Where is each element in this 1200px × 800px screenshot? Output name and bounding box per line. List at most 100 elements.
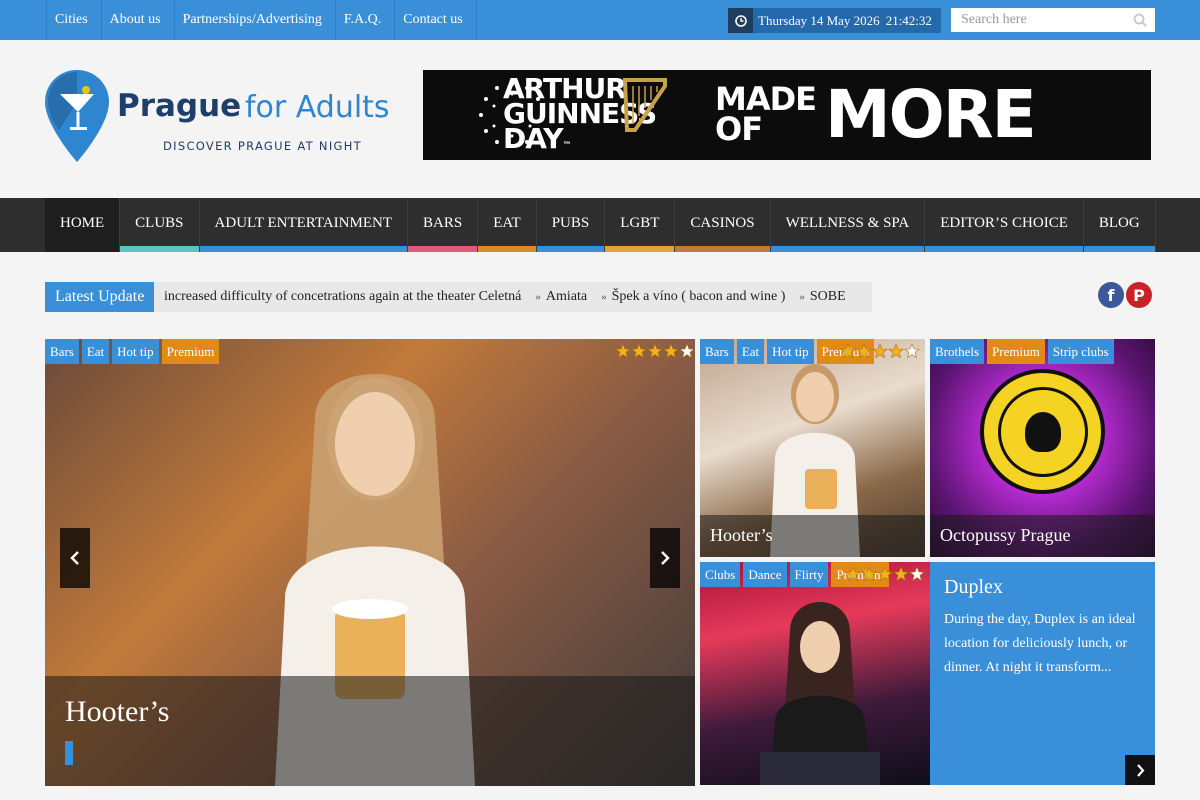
mainnav-wellness-spa[interactable]: WELLNESS & SPA — [770, 198, 926, 252]
tag-bars[interactable]: Bars — [700, 339, 734, 364]
ticker-item[interactable]: increased difficulty of concetrations ag… — [164, 289, 521, 304]
mainnav-eat[interactable]: EAT — [478, 198, 537, 252]
nav-color-bar — [45, 246, 120, 252]
next-slide-button[interactable] — [650, 528, 680, 588]
mainnav-editors-choice[interactable]: EDITOR’S CHOICE — [925, 198, 1084, 252]
star-icon — [904, 343, 920, 359]
banner-more: MORE — [825, 76, 1037, 153]
chevron-right-icon — [1136, 763, 1144, 777]
ticker-item[interactable]: Amiata — [546, 289, 587, 304]
mainnav-casinos[interactable]: CASINOS — [675, 198, 771, 252]
featured-card-hooters[interactable]: Bars Eat Hot tip Premium Hooter’s — [700, 339, 925, 557]
star-rating — [845, 566, 925, 582]
star-icon — [861, 566, 877, 582]
top-nav: Cities About us Partnerships/Advertising… — [46, 0, 477, 40]
nav-color-bar — [536, 246, 605, 252]
tag-premium[interactable]: Premium — [161, 339, 220, 364]
octopus-icon — [1024, 411, 1061, 452]
topnav-faq[interactable]: F.A.Q. — [334, 0, 394, 40]
logo-title-for-adults: for Adults — [245, 90, 390, 125]
mainnav-lgbt[interactable]: LGBT — [605, 198, 676, 252]
search-icon[interactable] — [1133, 13, 1147, 27]
nav-color-bar — [120, 246, 199, 252]
tag-brothels[interactable]: Brothels — [930, 339, 985, 364]
card-photo — [760, 602, 880, 785]
card-title[interactable]: Octopussy Prague — [940, 525, 1070, 546]
ticker-item[interactable]: Špek a víno ( bacon and wine ) — [612, 289, 786, 304]
topnav-about-us[interactable]: About us — [100, 0, 174, 40]
featured-card-duplex-text[interactable]: Duplex During the day, Duplex is an idea… — [930, 562, 1155, 785]
star-rating — [840, 343, 920, 359]
mainnav-bars[interactable]: BARS — [408, 198, 479, 252]
tag-clubs[interactable]: Clubs — [700, 562, 741, 587]
topnav-cities[interactable]: Cities — [46, 0, 101, 40]
nav-color-bar — [199, 246, 407, 252]
chevron-right-icon: » — [535, 291, 541, 303]
featured-card-octopussy[interactable]: Brothels Premium Strip clubs Octopussy P… — [930, 339, 1155, 557]
cocktail-pin-icon — [45, 70, 109, 162]
card-title[interactable]: Hooter’s — [710, 525, 773, 546]
nav-color-bar — [1083, 246, 1155, 252]
tag-strip-clubs[interactable]: Strip clubs — [1047, 339, 1114, 364]
nav-color-bar — [605, 246, 675, 252]
slide-title[interactable]: Hooter’s — [65, 695, 169, 729]
search-input[interactable] — [951, 8, 1131, 32]
chevron-right-icon: » — [799, 291, 805, 303]
mainnav-blog[interactable]: BLOG — [1083, 198, 1156, 252]
star-icon — [877, 566, 893, 582]
prev-slide-button[interactable] — [60, 528, 90, 588]
slide-progress-indicator — [65, 741, 73, 765]
card-title[interactable]: Duplex — [944, 576, 1003, 599]
clock-icon — [728, 8, 753, 33]
star-icon — [909, 566, 925, 582]
current-date: Thursday 14 May 2026 — [758, 12, 880, 28]
mainnav-home[interactable]: HOME — [45, 198, 121, 252]
card-description: During the day, Duplex is an ideal locat… — [944, 612, 1136, 675]
next-button[interactable] — [1125, 755, 1155, 785]
ticker-item[interactable]: SOBE — [810, 289, 846, 304]
logo-title-prague: Prague — [117, 88, 242, 124]
tag-eat[interactable]: Eat — [736, 339, 765, 364]
tag-eat[interactable]: Eat — [81, 339, 110, 364]
star-icon — [663, 343, 679, 359]
mainnav-clubs[interactable]: CLUBS — [120, 198, 200, 252]
tag-hot-tip[interactable]: Hot tip — [112, 339, 159, 364]
star-icon — [840, 343, 856, 359]
star-icon — [856, 343, 872, 359]
star-icon — [888, 343, 904, 359]
chevron-left-icon — [70, 551, 79, 565]
featured-card-duplex-photo[interactable]: Clubs Dance Flirty Premium — [700, 562, 930, 785]
tag-premium[interactable]: Premium — [987, 339, 1045, 364]
octopussy-logo — [980, 369, 1105, 494]
current-time: 21:42:32 — [885, 12, 932, 28]
latest-update-bar: Latest Update increased difficulty of co… — [45, 282, 872, 312]
category-tags: Brothels Premium Strip clubs — [930, 339, 1117, 364]
topnav-contact-us[interactable]: Contact us — [394, 0, 477, 40]
latest-update-label: Latest Update — [45, 282, 154, 312]
date-time-display: Thursday 14 May 2026 21:42:32 — [728, 8, 941, 33]
topnav-partnerships[interactable]: Partnerships/Advertising — [173, 0, 335, 40]
nav-color-bar — [675, 246, 770, 252]
featured-slide-hooters[interactable]: Bars Eat Hot tip Premium Hooter’s — [45, 339, 695, 786]
pinterest-icon[interactable]: P — [1126, 282, 1152, 308]
star-icon — [679, 343, 695, 359]
tag-dance[interactable]: Dance — [743, 562, 787, 587]
nav-color-bar — [478, 246, 536, 252]
mainnav-adult-entertainment[interactable]: ADULT ENTERTAINMENT — [199, 198, 408, 252]
tag-flirty[interactable]: Flirty — [789, 562, 829, 587]
site-logo[interactable]: Prague for Adults DISCOVER PRAGUE AT NIG… — [45, 70, 405, 162]
latest-update-ticker: increased difficulty of concetrations ag… — [154, 282, 862, 312]
banner-made-of: MADE OF — [715, 80, 817, 148]
mainnav-pubs[interactable]: PUBS — [536, 198, 606, 252]
guinness-ad-banner[interactable]: ARTHUR GUINNESS DAY™ MADE OF MORE — [423, 70, 1151, 160]
main-nav: HOME CLUBS ADULT ENTERTAINMENT BARS EAT … — [0, 198, 1200, 252]
tag-bars[interactable]: Bars — [45, 339, 79, 364]
top-bar: Cities About us Partnerships/Advertising… — [0, 0, 1200, 40]
star-icon — [631, 343, 647, 359]
facebook-icon[interactable]: f — [1098, 282, 1124, 308]
harp-icon — [622, 78, 667, 132]
star-rating — [615, 343, 695, 359]
site-header: Prague for Adults DISCOVER PRAGUE AT NIG… — [0, 40, 1200, 198]
tag-hot-tip[interactable]: Hot tip — [767, 339, 814, 364]
chevron-right-icon — [661, 551, 670, 565]
